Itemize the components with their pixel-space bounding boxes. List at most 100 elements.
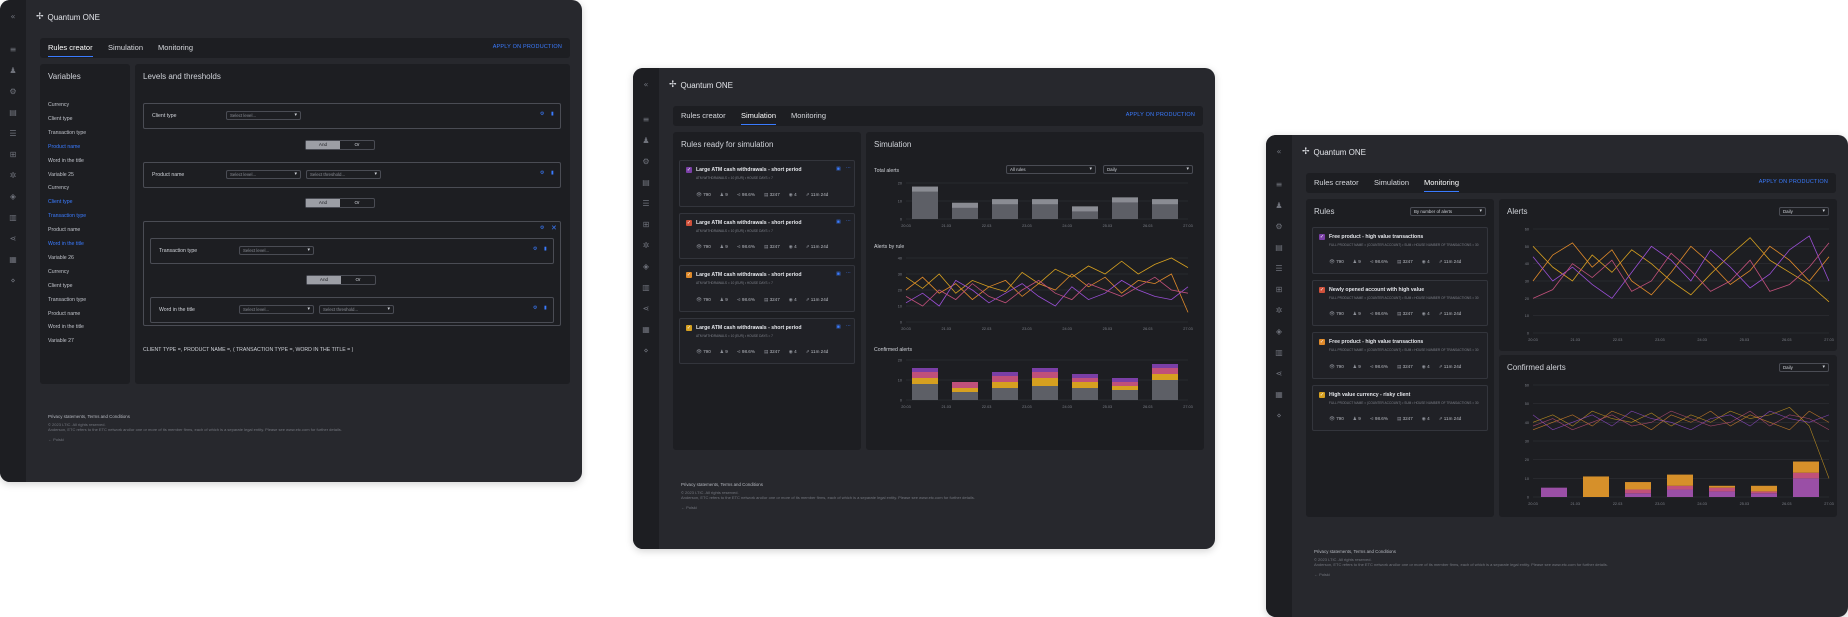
apply-on-production-button[interactable]: APPLY ON PRODUCTION xyxy=(1126,112,1195,118)
user-icon[interactable]: ♟ xyxy=(1274,201,1284,211)
variable-item[interactable]: Word in the title xyxy=(48,241,84,247)
list-icon[interactable]: ☰ xyxy=(1274,264,1284,274)
document-icon[interactable]: ▤ xyxy=(8,108,18,118)
rule-card[interactable]: ✓ Large ATM cash withdrawals - short peri… xyxy=(679,212,855,259)
checkbox-icon[interactable]: ✓ xyxy=(686,219,692,226)
user-icon[interactable]: ♟ xyxy=(641,136,651,146)
share2-icon[interactable]: ⋄ xyxy=(1274,411,1284,421)
variable-item[interactable]: Word in the title xyxy=(48,324,84,330)
and-option[interactable]: And xyxy=(306,141,340,149)
close-icon[interactable]: ✕ xyxy=(551,224,557,232)
delete-icon[interactable]: ▮ xyxy=(544,305,547,311)
tab-monitoring[interactable]: Monitoring xyxy=(1424,178,1460,192)
daily-dropdown[interactable]: Daily xyxy=(1779,363,1829,372)
more-icon[interactable]: ⋯ xyxy=(846,323,851,329)
footer-links[interactable]: Privacy statements, Terms and Conditions xyxy=(681,482,1011,487)
edit-icon[interactable]: ▣ xyxy=(836,166,841,172)
checkbox-icon[interactable]: ✓ xyxy=(1319,339,1325,345)
delete-icon[interactable]: ▮ xyxy=(551,111,554,117)
share2-icon[interactable]: ⋄ xyxy=(8,276,18,286)
alert-icon[interactable]: ◈ xyxy=(8,192,18,202)
daily-dropdown[interactable]: Daily xyxy=(1103,165,1193,174)
user-icon[interactable]: ♟ xyxy=(8,66,18,76)
settings-icon[interactable]: ⚙ xyxy=(1274,222,1284,232)
select-level[interactable]: Select level... xyxy=(226,111,301,120)
rule-card[interactable]: ✓ Large ATM cash withdrawals - short peri… xyxy=(679,160,855,207)
settings-icon[interactable]: ⚙ xyxy=(533,305,537,311)
settings-icon[interactable]: ⚙ xyxy=(533,246,537,252)
chart-icon[interactable]: ▥ xyxy=(641,283,651,293)
app-logo[interactable]: ✢ Quantum ONE xyxy=(1302,147,1366,157)
share-icon[interactable]: ⋖ xyxy=(8,234,18,244)
more-icon[interactable]: ⋯ xyxy=(846,165,851,171)
apply-on-production-button[interactable]: APPLY ON PRODUCTION xyxy=(493,44,562,50)
language-switch[interactable]: ← Polski xyxy=(681,505,1011,510)
and-or-toggle[interactable]: And Or xyxy=(305,198,375,208)
edit-icon[interactable]: ▣ xyxy=(836,271,841,277)
collapse-icon[interactable]: « xyxy=(641,80,651,90)
rule-card[interactable]: ✓ Newly opened account with high value FUL… xyxy=(1312,279,1488,326)
variable-item[interactable]: Client type xyxy=(48,283,73,289)
select-level[interactable]: Select level... xyxy=(239,246,314,255)
or-option[interactable]: Or xyxy=(340,199,374,207)
select-threshold[interactable]: Select threshold... xyxy=(319,305,394,314)
tab-simulation[interactable]: Simulation xyxy=(108,43,143,52)
settings-icon[interactable]: ⚙ xyxy=(8,87,18,97)
variable-item[interactable]: Product name xyxy=(48,227,80,233)
variable-item[interactable]: Client type xyxy=(48,116,73,122)
rule-card[interactable]: ✓ High value currency - risky client FULL … xyxy=(1312,384,1488,431)
tab-monitoring[interactable]: Monitoring xyxy=(791,111,826,120)
edit-icon[interactable]: ▣ xyxy=(836,324,841,330)
chart-icon[interactable]: ▥ xyxy=(8,213,18,223)
or-option[interactable]: Or xyxy=(340,141,374,149)
checkbox-icon[interactable]: ✓ xyxy=(686,272,692,278)
all-rules-dropdown[interactable]: All rules xyxy=(1006,165,1096,174)
settings-icon[interactable]: ⚙ xyxy=(641,157,651,167)
tab-simulation[interactable]: Simulation xyxy=(1374,178,1409,187)
language-switch[interactable]: ← Polski xyxy=(48,437,378,442)
tab-rules-creator[interactable]: Rules creator xyxy=(48,43,93,57)
settings-icon[interactable]: ⚙ xyxy=(540,225,544,231)
share2-icon[interactable]: ⋄ xyxy=(641,346,651,356)
settings-icon[interactable]: ⚙ xyxy=(540,170,544,176)
rule-card[interactable]: ✓ Large ATM cash withdrawals - short peri… xyxy=(679,317,855,364)
rule-card[interactable]: ✓ Free product - high value transactions F… xyxy=(1312,332,1488,379)
rule-card[interactable]: ✓ Free product - high value transactions F… xyxy=(1312,227,1488,274)
variable-item[interactable]: Currency xyxy=(48,185,69,191)
collapse-icon[interactable]: « xyxy=(1274,147,1284,157)
checkbox-icon[interactable]: ✓ xyxy=(686,167,692,173)
alert-icon[interactable]: ◈ xyxy=(641,262,651,272)
checkbox-icon[interactable]: ✓ xyxy=(686,324,692,331)
checkbox-icon[interactable]: ✓ xyxy=(1319,391,1325,398)
rule-card[interactable]: ✓ Large ATM cash withdrawals - short peri… xyxy=(679,265,855,312)
checkbox-icon[interactable]: ✓ xyxy=(1319,234,1325,240)
and-option[interactable]: And xyxy=(307,276,341,284)
cart-icon[interactable]: ⊞ xyxy=(1274,285,1284,295)
more-icon[interactable]: ⋯ xyxy=(846,270,851,276)
edit-icon[interactable]: ▣ xyxy=(836,219,841,225)
tab-simulation[interactable]: Simulation xyxy=(741,111,777,125)
document-icon[interactable]: ▤ xyxy=(641,178,651,188)
variable-item[interactable]: Product name xyxy=(48,144,80,150)
variable-item[interactable]: Word in the title xyxy=(48,158,84,164)
trash-icon[interactable]: ▦ xyxy=(1274,390,1284,400)
variable-item[interactable]: Transaction type xyxy=(48,130,86,136)
tab-monitoring[interactable]: Monitoring xyxy=(158,43,193,52)
variable-item[interactable]: Variable 27 xyxy=(48,338,74,344)
chart-icon[interactable]: ▥ xyxy=(1274,348,1284,358)
trash-icon[interactable]: ▦ xyxy=(8,255,18,265)
variable-item[interactable]: Client type xyxy=(48,199,73,205)
select-level[interactable]: Select level... xyxy=(226,170,301,179)
language-switch[interactable]: ← Polski xyxy=(1314,572,1644,577)
tab-rules-creator[interactable]: Rules creator xyxy=(1314,178,1359,187)
gear-icon[interactable]: ✲ xyxy=(1274,306,1284,316)
list-icon[interactable]: ☰ xyxy=(641,199,651,209)
gear-icon[interactable]: ✲ xyxy=(641,241,651,251)
share-icon[interactable]: ⋖ xyxy=(641,304,651,314)
settings-icon[interactable]: ⚙ xyxy=(540,111,544,117)
and-option[interactable]: And xyxy=(306,199,340,207)
delete-icon[interactable]: ▮ xyxy=(551,170,554,176)
and-or-toggle[interactable]: And Or xyxy=(305,140,375,150)
variable-item[interactable]: Variable 26 xyxy=(48,255,74,261)
footer-links[interactable]: Privacy statements, Terms and Conditions xyxy=(48,414,378,419)
